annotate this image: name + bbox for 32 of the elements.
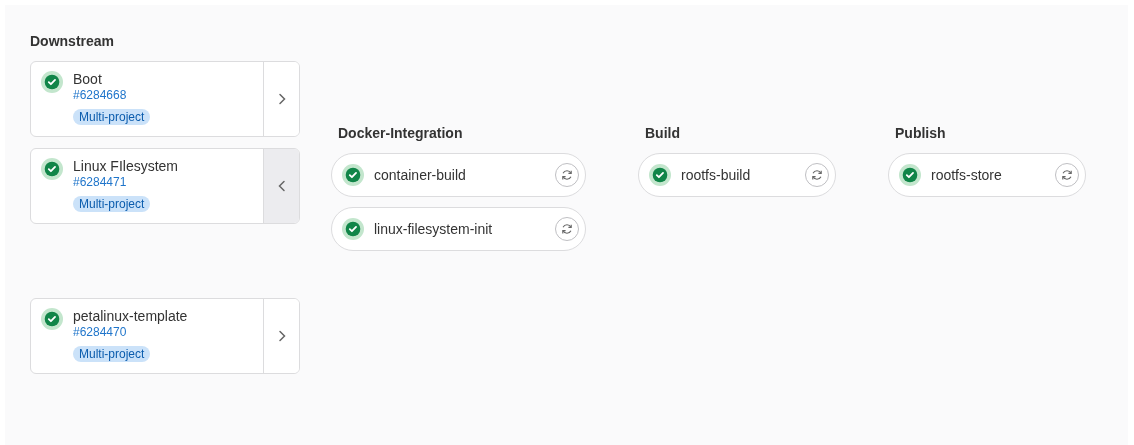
job-name: rootfs-store xyxy=(931,167,1003,183)
stage-heading: Build xyxy=(644,125,681,143)
multi-project-badge: Multi-project xyxy=(73,109,151,125)
pipeline-name[interactable]: Boot xyxy=(73,71,102,88)
job-pill[interactable]: linux-filesystem-init xyxy=(331,207,586,251)
section-heading: Downstream xyxy=(30,33,116,51)
retry-button[interactable] xyxy=(1055,163,1079,187)
retry-button[interactable] xyxy=(555,163,579,187)
pipeline-link[interactable]: #6284668 xyxy=(73,88,127,103)
retry-icon xyxy=(1060,168,1074,182)
expand-toggle-button[interactable] xyxy=(263,62,299,136)
stage-heading: Docker-Integration xyxy=(337,125,464,143)
pipeline-name[interactable]: petalinux-template xyxy=(73,308,188,325)
pipeline-link[interactable]: #6284471 xyxy=(73,175,127,190)
multi-project-badge: Multi-project xyxy=(73,346,151,362)
job-name: container-build xyxy=(374,167,467,183)
retry-icon xyxy=(810,168,824,182)
retry-button[interactable] xyxy=(805,163,829,187)
retry-button[interactable] xyxy=(555,217,579,241)
pipeline-name[interactable]: Linux FIlesystem xyxy=(73,158,179,175)
retry-icon xyxy=(560,222,574,236)
stage-heading: Publish xyxy=(894,125,947,143)
expand-toggle-button[interactable] xyxy=(263,299,299,373)
job-pill[interactable]: rootfs-store xyxy=(888,153,1086,197)
expand-toggle-button[interactable] xyxy=(263,149,299,223)
job-pill[interactable]: container-build xyxy=(331,153,586,197)
job-pill[interactable]: rootfs-build xyxy=(638,153,836,197)
retry-icon xyxy=(560,168,574,182)
job-name: rootfs-build xyxy=(681,167,752,183)
pipeline-link[interactable]: #6284470 xyxy=(73,325,127,340)
multi-project-badge: Multi-project xyxy=(73,196,151,212)
job-name: linux-filesystem-init xyxy=(374,221,494,237)
